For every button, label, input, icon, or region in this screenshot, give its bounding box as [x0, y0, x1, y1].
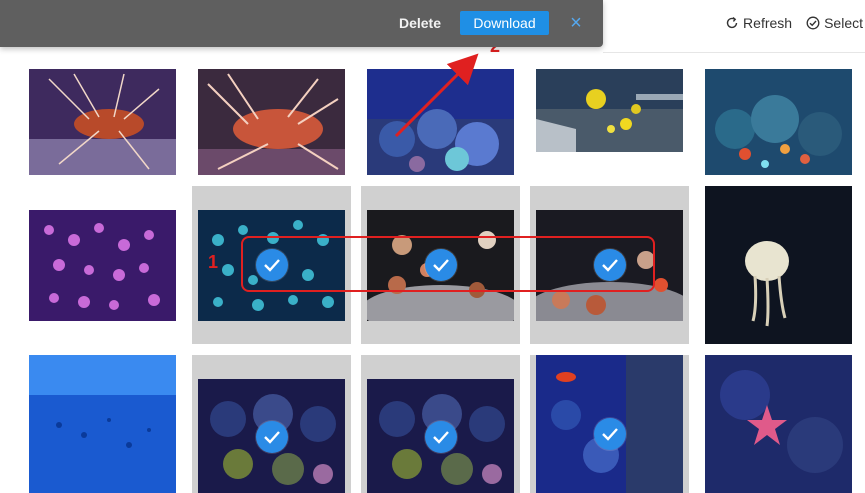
- selected-photo-cell[interactable]: [530, 355, 689, 493]
- photo-thumbnail[interactable]: [367, 69, 514, 175]
- close-icon[interactable]: ×: [566, 12, 586, 34]
- checkmark-icon[interactable]: [594, 249, 626, 281]
- select-button[interactable]: Select: [806, 15, 863, 31]
- download-button[interactable]: Download: [460, 11, 549, 35]
- annotation-step-1: 1: [208, 252, 219, 272]
- selected-photo-cell[interactable]: [361, 355, 520, 493]
- photo-thumbnail[interactable]: [198, 69, 345, 175]
- toolbar: Refresh Select: [711, 13, 863, 33]
- refresh-label: Refresh: [743, 15, 793, 31]
- check-circle-icon: [806, 16, 820, 30]
- checkmark-icon[interactable]: [425, 249, 457, 281]
- checkmark-icon[interactable]: [425, 421, 457, 453]
- checkmark-icon[interactable]: [594, 418, 626, 450]
- selection-action-bar: Delete Download ×: [0, 0, 603, 47]
- selected-photo-cell[interactable]: [361, 186, 520, 344]
- selected-photo-cell[interactable]: [192, 355, 351, 493]
- delete-button[interactable]: Delete: [389, 11, 451, 35]
- photo-thumbnail[interactable]: [705, 69, 852, 175]
- select-label: Select: [824, 15, 863, 31]
- checkmark-icon[interactable]: [256, 249, 288, 281]
- photo-thumbnail[interactable]: [29, 210, 176, 321]
- toolbar-divider: [603, 52, 865, 53]
- photo-thumbnail[interactable]: [29, 355, 176, 493]
- photo-grid: [0, 0, 865, 493]
- refresh-button[interactable]: Refresh: [725, 15, 792, 31]
- selected-photo-cell[interactable]: [530, 186, 689, 344]
- photo-thumbnail[interactable]: [536, 69, 683, 152]
- refresh-icon: [726, 16, 738, 29]
- photo-thumbnail[interactable]: [705, 355, 852, 493]
- checkmark-icon[interactable]: [256, 421, 288, 453]
- photo-thumbnail[interactable]: [29, 69, 176, 175]
- photo-thumbnail[interactable]: [705, 186, 852, 344]
